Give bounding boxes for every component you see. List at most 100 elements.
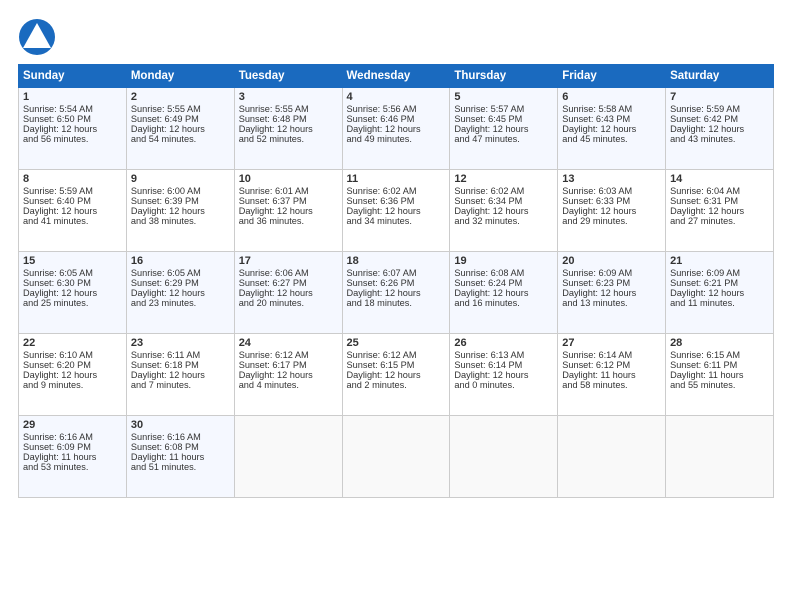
day-info-line: and 9 minutes. [23, 380, 122, 390]
day-number: 28 [670, 337, 769, 349]
day-info-line: Daylight: 12 hours [239, 370, 338, 380]
day-info-line: Daylight: 12 hours [670, 206, 769, 216]
day-info-line: Sunrise: 6:10 AM [23, 350, 122, 360]
day-info-line: Sunset: 6:40 PM [23, 196, 122, 206]
day-number: 26 [454, 337, 553, 349]
day-number: 17 [239, 255, 338, 267]
day-info-line: Sunset: 6:50 PM [23, 114, 122, 124]
day-info-line: Daylight: 12 hours [23, 370, 122, 380]
day-info-line: Sunset: 6:36 PM [347, 196, 446, 206]
day-info-line: Sunrise: 6:14 AM [562, 350, 661, 360]
day-number: 3 [239, 91, 338, 103]
day-info-line: Daylight: 12 hours [347, 206, 446, 216]
day-info-line: Sunrise: 6:08 AM [454, 268, 553, 278]
calendar-cell: 12Sunrise: 6:02 AMSunset: 6:34 PMDayligh… [450, 170, 558, 252]
day-number: 12 [454, 173, 553, 185]
calendar-cell: 8Sunrise: 5:59 AMSunset: 6:40 PMDaylight… [19, 170, 127, 252]
day-info-line: and 2 minutes. [347, 380, 446, 390]
day-info-line: Sunrise: 6:02 AM [454, 186, 553, 196]
day-number: 22 [23, 337, 122, 349]
day-number: 14 [670, 173, 769, 185]
day-info-line: Daylight: 12 hours [454, 288, 553, 298]
day-info-line: Sunset: 6:09 PM [23, 442, 122, 452]
day-number: 5 [454, 91, 553, 103]
header-day-monday: Monday [126, 65, 234, 88]
day-info-line: Sunrise: 5:55 AM [239, 104, 338, 114]
calendar-cell: 22Sunrise: 6:10 AMSunset: 6:20 PMDayligh… [19, 334, 127, 416]
day-number: 18 [347, 255, 446, 267]
calendar-cell [342, 416, 450, 498]
day-info-line: Sunrise: 6:01 AM [239, 186, 338, 196]
day-info-line: Daylight: 12 hours [454, 206, 553, 216]
day-info-line: and 20 minutes. [239, 298, 338, 308]
day-info-line: Sunrise: 6:16 AM [23, 432, 122, 442]
header-day-wednesday: Wednesday [342, 65, 450, 88]
header-day-thursday: Thursday [450, 65, 558, 88]
day-info-line: and 51 minutes. [131, 462, 230, 472]
header-day-friday: Friday [558, 65, 666, 88]
day-info-line: Sunrise: 6:07 AM [347, 268, 446, 278]
day-number: 11 [347, 173, 446, 185]
day-info-line: Sunset: 6:18 PM [131, 360, 230, 370]
day-info-line: Sunset: 6:11 PM [670, 360, 769, 370]
day-info-line: and 36 minutes. [239, 216, 338, 226]
calendar-cell: 23Sunrise: 6:11 AMSunset: 6:18 PMDayligh… [126, 334, 234, 416]
day-info-line: and 47 minutes. [454, 134, 553, 144]
day-info-line: Daylight: 12 hours [239, 124, 338, 134]
day-info-line: and 32 minutes. [454, 216, 553, 226]
day-info-line: and 56 minutes. [23, 134, 122, 144]
calendar-cell: 27Sunrise: 6:14 AMSunset: 6:12 PMDayligh… [558, 334, 666, 416]
calendar-body: 1Sunrise: 5:54 AMSunset: 6:50 PMDaylight… [19, 88, 774, 498]
day-info-line: Daylight: 12 hours [670, 124, 769, 134]
day-info-line: Sunset: 6:31 PM [670, 196, 769, 206]
calendar-cell: 14Sunrise: 6:04 AMSunset: 6:31 PMDayligh… [666, 170, 774, 252]
day-info-line: Sunset: 6:30 PM [23, 278, 122, 288]
day-info-line: Sunrise: 5:57 AM [454, 104, 553, 114]
header-day-saturday: Saturday [666, 65, 774, 88]
day-info-line: Sunrise: 6:09 AM [562, 268, 661, 278]
week-row-2: 8Sunrise: 5:59 AMSunset: 6:40 PMDaylight… [19, 170, 774, 252]
day-info-line: Daylight: 12 hours [23, 288, 122, 298]
calendar-table: SundayMondayTuesdayWednesdayThursdayFrid… [18, 64, 774, 498]
day-info-line: Daylight: 12 hours [454, 370, 553, 380]
week-row-3: 15Sunrise: 6:05 AMSunset: 6:30 PMDayligh… [19, 252, 774, 334]
calendar-cell: 5Sunrise: 5:57 AMSunset: 6:45 PMDaylight… [450, 88, 558, 170]
day-info-line: Daylight: 12 hours [670, 288, 769, 298]
day-info-line: Daylight: 12 hours [23, 124, 122, 134]
day-number: 29 [23, 419, 122, 431]
day-info-line: and 18 minutes. [347, 298, 446, 308]
day-info-line: Daylight: 12 hours [239, 288, 338, 298]
calendar-cell [558, 416, 666, 498]
calendar-cell [666, 416, 774, 498]
day-info-line: Daylight: 11 hours [562, 370, 661, 380]
day-info-line: Sunrise: 6:05 AM [131, 268, 230, 278]
calendar-cell: 25Sunrise: 6:12 AMSunset: 6:15 PMDayligh… [342, 334, 450, 416]
calendar-cell: 7Sunrise: 5:59 AMSunset: 6:42 PMDaylight… [666, 88, 774, 170]
day-info-line: and 34 minutes. [347, 216, 446, 226]
day-number: 19 [454, 255, 553, 267]
day-number: 7 [670, 91, 769, 103]
day-info-line: and 58 minutes. [562, 380, 661, 390]
calendar-cell: 6Sunrise: 5:58 AMSunset: 6:43 PMDaylight… [558, 88, 666, 170]
day-info-line: and 11 minutes. [670, 298, 769, 308]
day-info-line: and 49 minutes. [347, 134, 446, 144]
calendar-cell [234, 416, 342, 498]
day-number: 21 [670, 255, 769, 267]
calendar-cell: 2Sunrise: 5:55 AMSunset: 6:49 PMDaylight… [126, 88, 234, 170]
logo-icon [18, 18, 56, 56]
calendar-cell: 4Sunrise: 5:56 AMSunset: 6:46 PMDaylight… [342, 88, 450, 170]
day-info-line: and 25 minutes. [23, 298, 122, 308]
day-number: 30 [131, 419, 230, 431]
day-info-line: Daylight: 11 hours [670, 370, 769, 380]
calendar-cell: 13Sunrise: 6:03 AMSunset: 6:33 PMDayligh… [558, 170, 666, 252]
day-info-line: Daylight: 12 hours [239, 206, 338, 216]
header [18, 18, 774, 56]
day-info-line: Daylight: 11 hours [23, 452, 122, 462]
calendar-cell: 24Sunrise: 6:12 AMSunset: 6:17 PMDayligh… [234, 334, 342, 416]
day-info-line: Sunset: 6:26 PM [347, 278, 446, 288]
day-info-line: and 45 minutes. [562, 134, 661, 144]
day-info-line: Sunset: 6:43 PM [562, 114, 661, 124]
calendar-cell: 18Sunrise: 6:07 AMSunset: 6:26 PMDayligh… [342, 252, 450, 334]
day-number: 20 [562, 255, 661, 267]
day-number: 4 [347, 91, 446, 103]
